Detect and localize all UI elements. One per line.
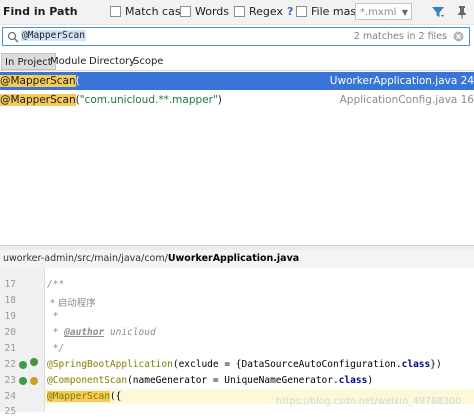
line-number: 24 — [4, 391, 16, 402]
line-number: 18 — [4, 295, 16, 306]
match-count: 2 matches in 2 files — [353, 31, 447, 42]
line-number: 21 — [4, 343, 16, 354]
regex-box[interactable] — [234, 6, 245, 17]
result-file: UworkerApplication.java 24 — [329, 75, 474, 87]
words-checkbox[interactable]: Words — [180, 5, 229, 18]
annotation: @ComponentScan — [47, 375, 128, 386]
line-number: 19 — [4, 311, 16, 322]
title-bar: Find in Path Match case Words Regex ? Fi… — [0, 0, 474, 25]
code-line-22: @SpringBootApplication(exclude = {DataSo… — [47, 359, 442, 370]
regex-checkbox[interactable]: Regex ? — [234, 5, 293, 18]
file-mask-select[interactable]: *.mxml ▼ — [355, 3, 412, 20]
search-row: @MapperScan 2 matches in 2 files — [0, 27, 474, 46]
watermark: https://blog.csdn.net/weixin_49788300 — [276, 396, 462, 407]
regex-help-icon[interactable]: ? — [287, 5, 293, 18]
code-text: (nameGenerator = UniqueNameGenerator. — [127, 375, 339, 386]
annotation-match: @MapperScan — [47, 391, 110, 402]
result-text-close: ) — [217, 94, 222, 106]
spring-bean-icon[interactable] — [19, 377, 27, 385]
line-number: 17 — [4, 279, 16, 290]
scope-tabs: In Project Module Directory Scope — [0, 51, 474, 71]
match-case-checkbox[interactable]: Match case — [110, 5, 187, 18]
dialog-title: Find in Path — [3, 5, 78, 18]
result-text-string: "com.unicloud.**.mapper" — [79, 94, 218, 106]
code-text: }) — [430, 359, 442, 370]
javadoc-author-tag: @author — [64, 327, 105, 338]
result-text: ( — [75, 75, 80, 87]
path-prefix: uworker-admin/src/main/java/com/ — [3, 253, 168, 264]
match-case-label: Match case — [125, 5, 188, 18]
result-match: @MapperScan — [0, 94, 76, 106]
code-line-21: */ — [47, 343, 65, 354]
line-number: 22 — [4, 359, 16, 370]
search-icon — [7, 31, 19, 43]
result-match: @MapperScan — [0, 75, 76, 87]
code-line-24: @MapperScan({ — [47, 391, 121, 402]
result-row[interactable]: @MapperScan( UworkerApplication.java 24 — [0, 72, 474, 90]
code-text: ) — [367, 375, 374, 386]
code-text: (exclude = {DataSourceAutoConfiguration. — [172, 359, 402, 370]
tab-scope[interactable]: Scope — [130, 53, 166, 70]
preview-path-bar: uworker-admin/src/main/java/com/UworkerA… — [0, 250, 474, 268]
keyword: class — [401, 359, 431, 370]
file-mask-value: *.mxml — [360, 7, 397, 18]
filter-icon[interactable] — [431, 5, 445, 19]
code-line-20: * @author unicloud — [47, 327, 156, 338]
match-case-box[interactable] — [110, 6, 121, 17]
chevron-down-icon: ▼ — [401, 8, 408, 17]
file-mask-box[interactable] — [296, 6, 307, 17]
code-line-19: * — [47, 311, 59, 322]
keyword: class — [338, 375, 368, 386]
words-box[interactable] — [180, 6, 191, 17]
code-line-17: /** — [47, 279, 65, 290]
code-text: ({ — [109, 391, 122, 402]
scope-divider — [0, 70, 474, 71]
run-icon[interactable] — [30, 358, 38, 366]
regex-label: Regex — [249, 5, 283, 18]
code-line-18: * 启动程序 — [47, 298, 96, 309]
tab-module[interactable]: Module — [47, 53, 89, 70]
preview-path: uworker-admin/src/main/java/com/UworkerA… — [3, 253, 299, 264]
code-line-23: @ComponentScan(nameGenerator = UniqueNam… — [47, 375, 373, 386]
line-number: 20 — [4, 327, 16, 338]
spring-bean-icon[interactable] — [19, 361, 27, 369]
bulb-icon[interactable] — [30, 377, 38, 385]
search-input[interactable]: @MapperScan 2 matches in 2 files — [2, 27, 470, 46]
javadoc-author: unicloud — [104, 327, 156, 338]
words-label: Words — [195, 5, 230, 18]
annotation: @SpringBootApplication — [47, 359, 173, 370]
result-file: ApplicationConfig.java 16 — [339, 94, 474, 106]
path-file: UworkerApplication.java — [167, 253, 300, 264]
clear-icon[interactable] — [453, 31, 464, 42]
search-query: @MapperScan — [21, 30, 86, 41]
pin-icon[interactable] — [456, 5, 468, 19]
result-row[interactable]: @MapperScan("com.unicloud.**.mapper") Ap… — [0, 91, 474, 109]
line-number: 23 — [4, 375, 16, 386]
